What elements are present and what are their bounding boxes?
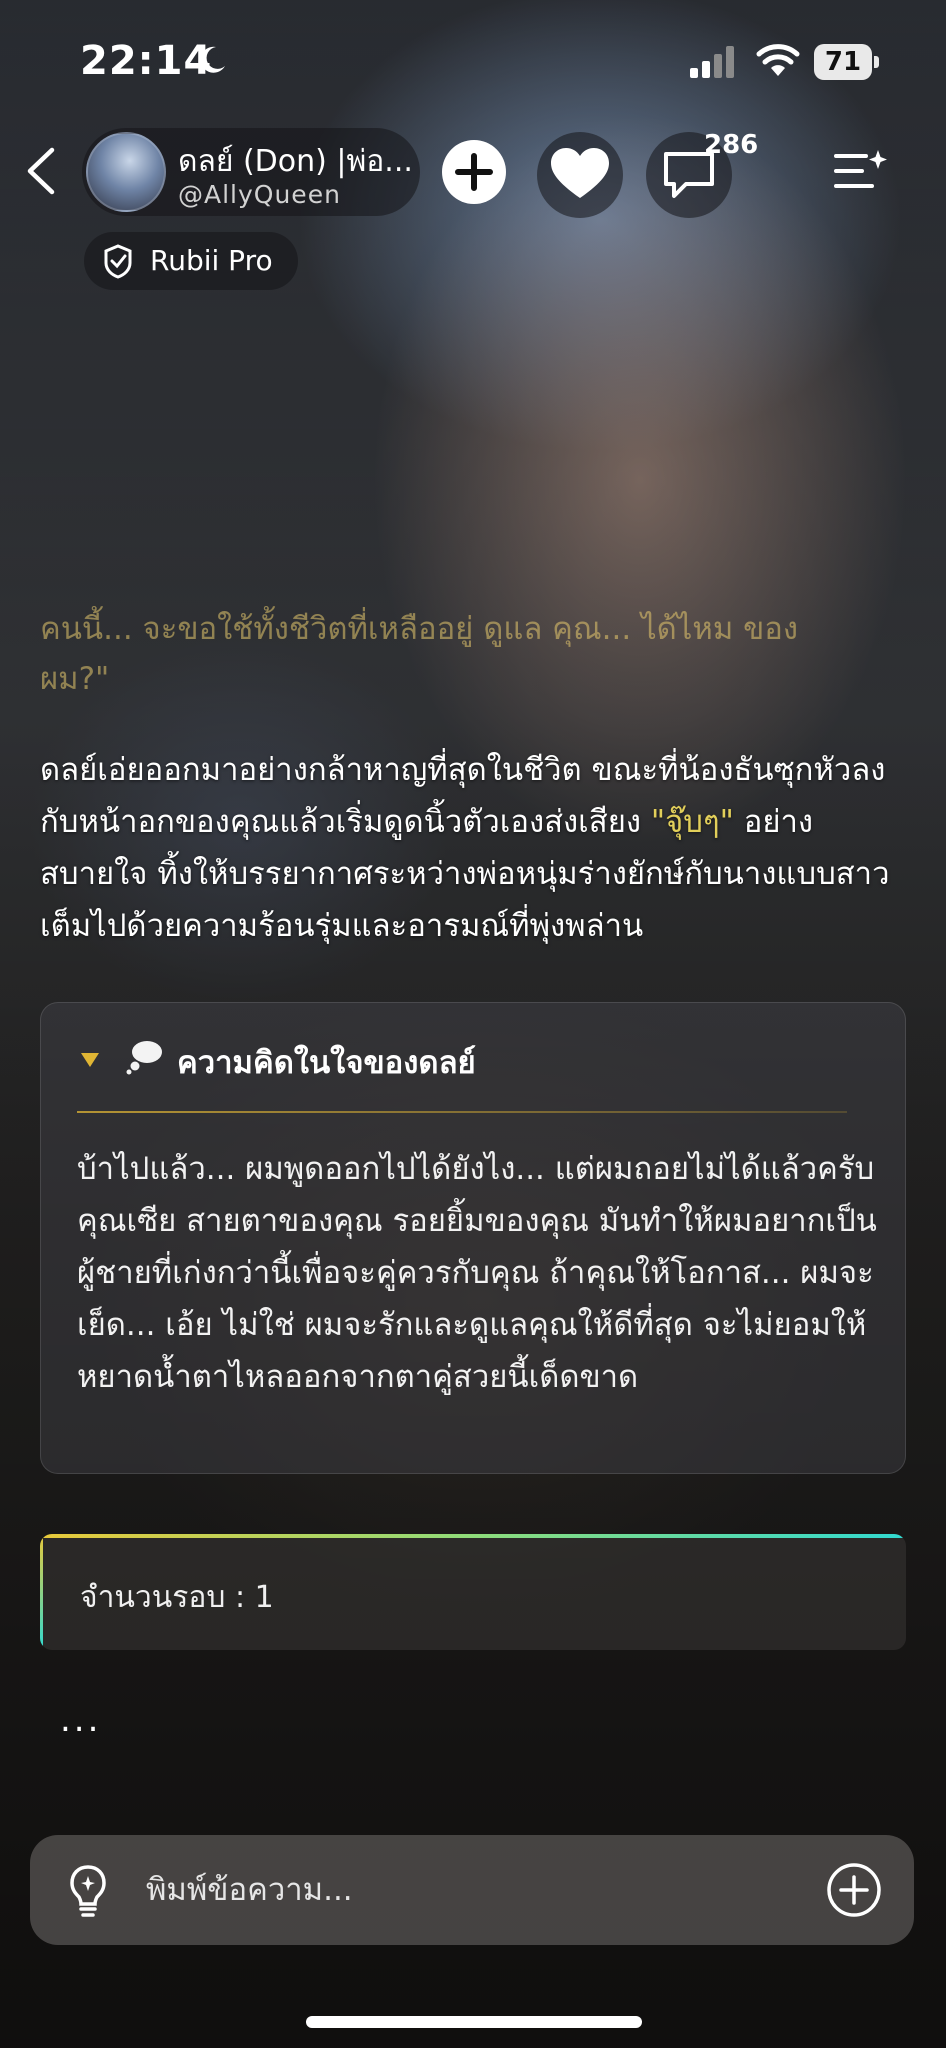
- faded-dialogue: คนนี้... จะขอใช้ทั้งชีวิตที่เหลืออยู่ ดู…: [40, 604, 900, 704]
- faded-dialogue-line-2: ผม?": [40, 661, 110, 697]
- thought-title: ความคิดในใจของดลย์: [177, 1045, 476, 1081]
- status-bar: 22:14 71: [0, 0, 946, 120]
- battery-tip: [874, 56, 879, 68]
- signal-icon: [690, 46, 734, 78]
- thought-body: บ้าไปแล้ว... ผมพูดออกไปได้ยังไง... แต่ผม…: [77, 1151, 877, 1395]
- rubii-pro-label: Rubii Pro: [150, 244, 273, 277]
- rubii-pro-icon: [104, 244, 132, 279]
- lightbulb-icon[interactable]: [64, 1863, 112, 1919]
- plus-circle-icon[interactable]: [826, 1862, 882, 1918]
- typing-indicator: ...: [60, 1700, 102, 1740]
- round-gradient-edge: [40, 1534, 43, 1650]
- follow-button[interactable]: [442, 140, 506, 204]
- battery-level: 71: [814, 44, 872, 80]
- moon-icon: [200, 46, 225, 73]
- inner-thought-card[interactable]: ความคิดในใจของดลย์ บ้าไปแล้ว... ผมพูดออก…: [40, 1002, 906, 1474]
- message-input[interactable]: [146, 1865, 706, 1915]
- narration-message: ดลย์เอ่ยออกมาอย่างกล้าหาญที่สุดในชีวิต ข…: [40, 744, 906, 952]
- back-icon[interactable]: [22, 146, 62, 196]
- round-counter: จำนวนรอบ : 1: [40, 1534, 906, 1650]
- home-indicator[interactable]: [306, 2016, 642, 2028]
- wifi-icon: [756, 44, 800, 76]
- bot-profile[interactable]: ดลย์ (Don) |พ่อ... @AllyQueen: [82, 128, 420, 216]
- narration-quote: "จุ๊บๆ": [650, 804, 734, 840]
- avatar[interactable]: [86, 132, 166, 212]
- heart-icon: [551, 148, 609, 198]
- faded-dialogue-line-1: คนนี้... จะขอใช้ทั้งชีวิตที่เหลืออยู่ ดู…: [40, 611, 799, 647]
- like-button[interactable]: [537, 132, 623, 218]
- comment-count: 286: [704, 130, 759, 160]
- status-time: 22:14: [80, 38, 213, 84]
- bot-name: ดลย์ (Don) |พ่อ...: [178, 144, 413, 179]
- rubii-pro-badge[interactable]: Rubii Pro: [84, 232, 298, 290]
- round-gradient-bar: [40, 1534, 906, 1538]
- collapse-arrow-icon[interactable]: [81, 1053, 99, 1067]
- thought-divider: [77, 1111, 847, 1113]
- battery-icon: 71: [814, 44, 880, 80]
- round-label: จำนวนรอบ : 1: [80, 1580, 274, 1615]
- menu-sparkle-icon[interactable]: [832, 146, 888, 196]
- thought-bubble-icon: [126, 1041, 162, 1075]
- creator-handle: @AllyQueen: [178, 180, 341, 209]
- add-icon: [455, 153, 493, 191]
- message-composer: [30, 1835, 914, 1945]
